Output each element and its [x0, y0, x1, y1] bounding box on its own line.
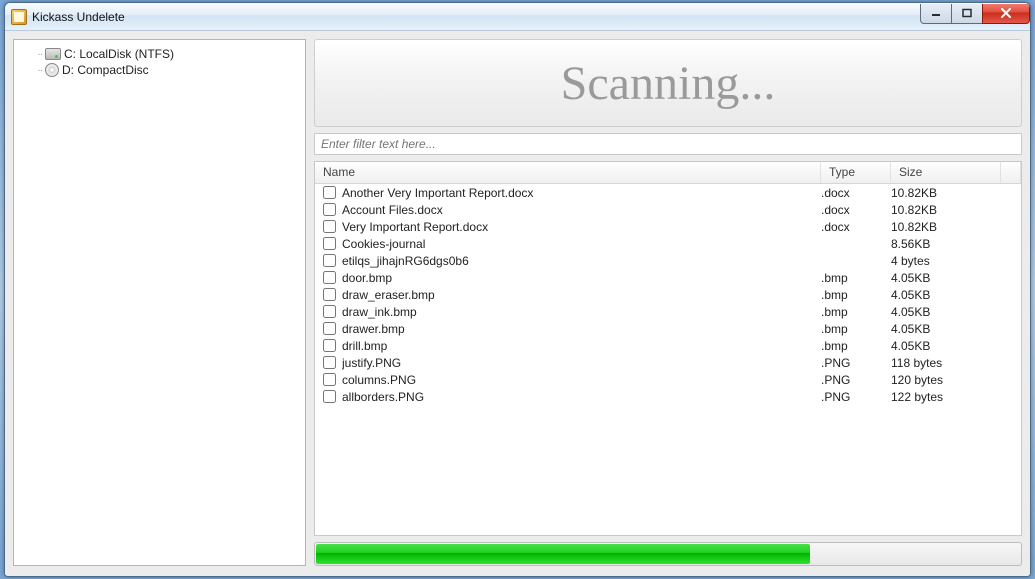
row-checkbox[interactable]	[323, 356, 336, 369]
cell-size: 10.82KB	[891, 186, 1001, 200]
cell-size: 4.05KB	[891, 339, 1001, 353]
cell-name: etilqs_jihajnRG6dgs0b6	[342, 254, 821, 268]
cell-name: justify.PNG	[342, 356, 821, 370]
client-area: ·· C: LocalDisk (NTFS) ·· D: CompactDisc Sc…	[5, 31, 1030, 576]
status-banner: Scanning...	[314, 39, 1022, 127]
filter-input[interactable]	[314, 133, 1022, 155]
drive-item[interactable]: ·· C: LocalDisk (NTFS)	[18, 46, 301, 62]
list-header[interactable]: Name Type Size	[315, 162, 1021, 184]
table-row[interactable]: Another Very Important Report.docx.docx1…	[315, 184, 1021, 201]
drive-item[interactable]: ·· D: CompactDisc	[18, 62, 301, 78]
window-buttons	[921, 4, 1030, 24]
maximize-icon	[961, 8, 973, 18]
cell-type: .docx	[821, 220, 891, 234]
cell-name: Very Important Report.docx	[342, 220, 821, 234]
window-title: Kickass Undelete	[32, 10, 125, 24]
table-row[interactable]: Account Files.docx.docx10.82KB	[315, 201, 1021, 218]
table-row[interactable]: draw_eraser.bmp.bmp4.05KB	[315, 286, 1021, 303]
scan-progress	[314, 542, 1022, 566]
cell-name: columns.PNG	[342, 373, 821, 387]
cell-type: .PNG	[821, 356, 891, 370]
column-type[interactable]: Type	[821, 162, 891, 183]
column-name[interactable]: Name	[315, 162, 821, 183]
cell-type: .docx	[821, 186, 891, 200]
app-icon	[11, 9, 27, 25]
status-text: Scanning...	[561, 56, 776, 111]
table-row[interactable]: Cookies-journal 8.56KB	[315, 235, 1021, 252]
tree-connector: ··	[32, 65, 42, 76]
table-row[interactable]: etilqs_jihajnRG6dgs0b6 4 bytes	[315, 252, 1021, 269]
row-checkbox[interactable]	[323, 373, 336, 386]
cell-size: 10.82KB	[891, 203, 1001, 217]
close-button[interactable]	[982, 4, 1030, 24]
table-row[interactable]: Very Important Report.docx.docx10.82KB	[315, 218, 1021, 235]
cell-size: 4.05KB	[891, 305, 1001, 319]
row-checkbox[interactable]	[323, 254, 336, 267]
drive-tree[interactable]: ·· C: LocalDisk (NTFS) ·· D: CompactDisc	[13, 39, 306, 566]
cell-size: 118 bytes	[891, 356, 1001, 370]
row-checkbox[interactable]	[323, 220, 336, 233]
cell-size: 120 bytes	[891, 373, 1001, 387]
cell-name: Account Files.docx	[342, 203, 821, 217]
cell-type: .bmp	[821, 288, 891, 302]
cell-name: door.bmp	[342, 271, 821, 285]
row-checkbox[interactable]	[323, 390, 336, 403]
table-row[interactable]: allborders.PNG.PNG122 bytes	[315, 388, 1021, 405]
cell-size: 4.05KB	[891, 288, 1001, 302]
cd-icon	[45, 63, 59, 77]
cell-type: .bmp	[821, 305, 891, 319]
drive-label: D: CompactDisc	[62, 63, 149, 77]
right-pane: Scanning... Name Type Size Another Very …	[314, 39, 1022, 566]
titlebar[interactable]: Kickass Undelete	[5, 3, 1030, 31]
cell-name: drawer.bmp	[342, 322, 821, 336]
cell-size: 4.05KB	[891, 271, 1001, 285]
minimize-button[interactable]	[920, 4, 952, 24]
cell-size: 4 bytes	[891, 254, 1001, 268]
column-size[interactable]: Size	[891, 162, 1001, 183]
close-icon	[999, 8, 1013, 18]
cell-type: .bmp	[821, 322, 891, 336]
table-row[interactable]: door.bmp.bmp4.05KB	[315, 269, 1021, 286]
minimize-icon	[930, 8, 942, 18]
cell-name: draw_ink.bmp	[342, 305, 821, 319]
hdd-icon	[45, 48, 61, 60]
cell-type: .docx	[821, 203, 891, 217]
drive-label: C: LocalDisk (NTFS)	[64, 47, 174, 61]
cell-name: drill.bmp	[342, 339, 821, 353]
cell-type: .PNG	[821, 390, 891, 404]
maximize-button[interactable]	[951, 4, 983, 24]
cell-name: draw_eraser.bmp	[342, 288, 821, 302]
row-checkbox[interactable]	[323, 271, 336, 284]
cell-type: .bmp	[821, 271, 891, 285]
table-row[interactable]: drill.bmp.bmp4.05KB	[315, 337, 1021, 354]
row-checkbox[interactable]	[323, 339, 336, 352]
results-list: Name Type Size Another Very Important Re…	[314, 161, 1022, 536]
table-row[interactable]: draw_ink.bmp.bmp4.05KB	[315, 303, 1021, 320]
cell-size: 122 bytes	[891, 390, 1001, 404]
tree-connector: ··	[32, 49, 42, 60]
cell-size: 8.56KB	[891, 237, 1001, 251]
cell-name: Another Very Important Report.docx	[342, 186, 821, 200]
cell-size: 10.82KB	[891, 220, 1001, 234]
table-row[interactable]: columns.PNG.PNG120 bytes	[315, 371, 1021, 388]
cell-type: .PNG	[821, 373, 891, 387]
column-spacer	[1001, 162, 1021, 183]
row-checkbox[interactable]	[323, 305, 336, 318]
main-window: Kickass Undelete ··C: LocalDisk (NTFS)··…	[4, 2, 1031, 577]
list-body[interactable]: Another Very Important Report.docx.docx1…	[315, 184, 1021, 535]
row-checkbox[interactable]	[323, 237, 336, 250]
table-row[interactable]: justify.PNG.PNG118 bytes	[315, 354, 1021, 371]
row-checkbox[interactable]	[323, 203, 336, 216]
cell-name: allborders.PNG	[342, 390, 821, 404]
cell-name: Cookies-journal	[342, 237, 821, 251]
row-checkbox[interactable]	[323, 322, 336, 335]
cell-size: 4.05KB	[891, 322, 1001, 336]
cell-type: .bmp	[821, 339, 891, 353]
table-row[interactable]: drawer.bmp.bmp4.05KB	[315, 320, 1021, 337]
row-checkbox[interactable]	[323, 288, 336, 301]
progress-fill	[316, 544, 810, 564]
row-checkbox[interactable]	[323, 186, 336, 199]
